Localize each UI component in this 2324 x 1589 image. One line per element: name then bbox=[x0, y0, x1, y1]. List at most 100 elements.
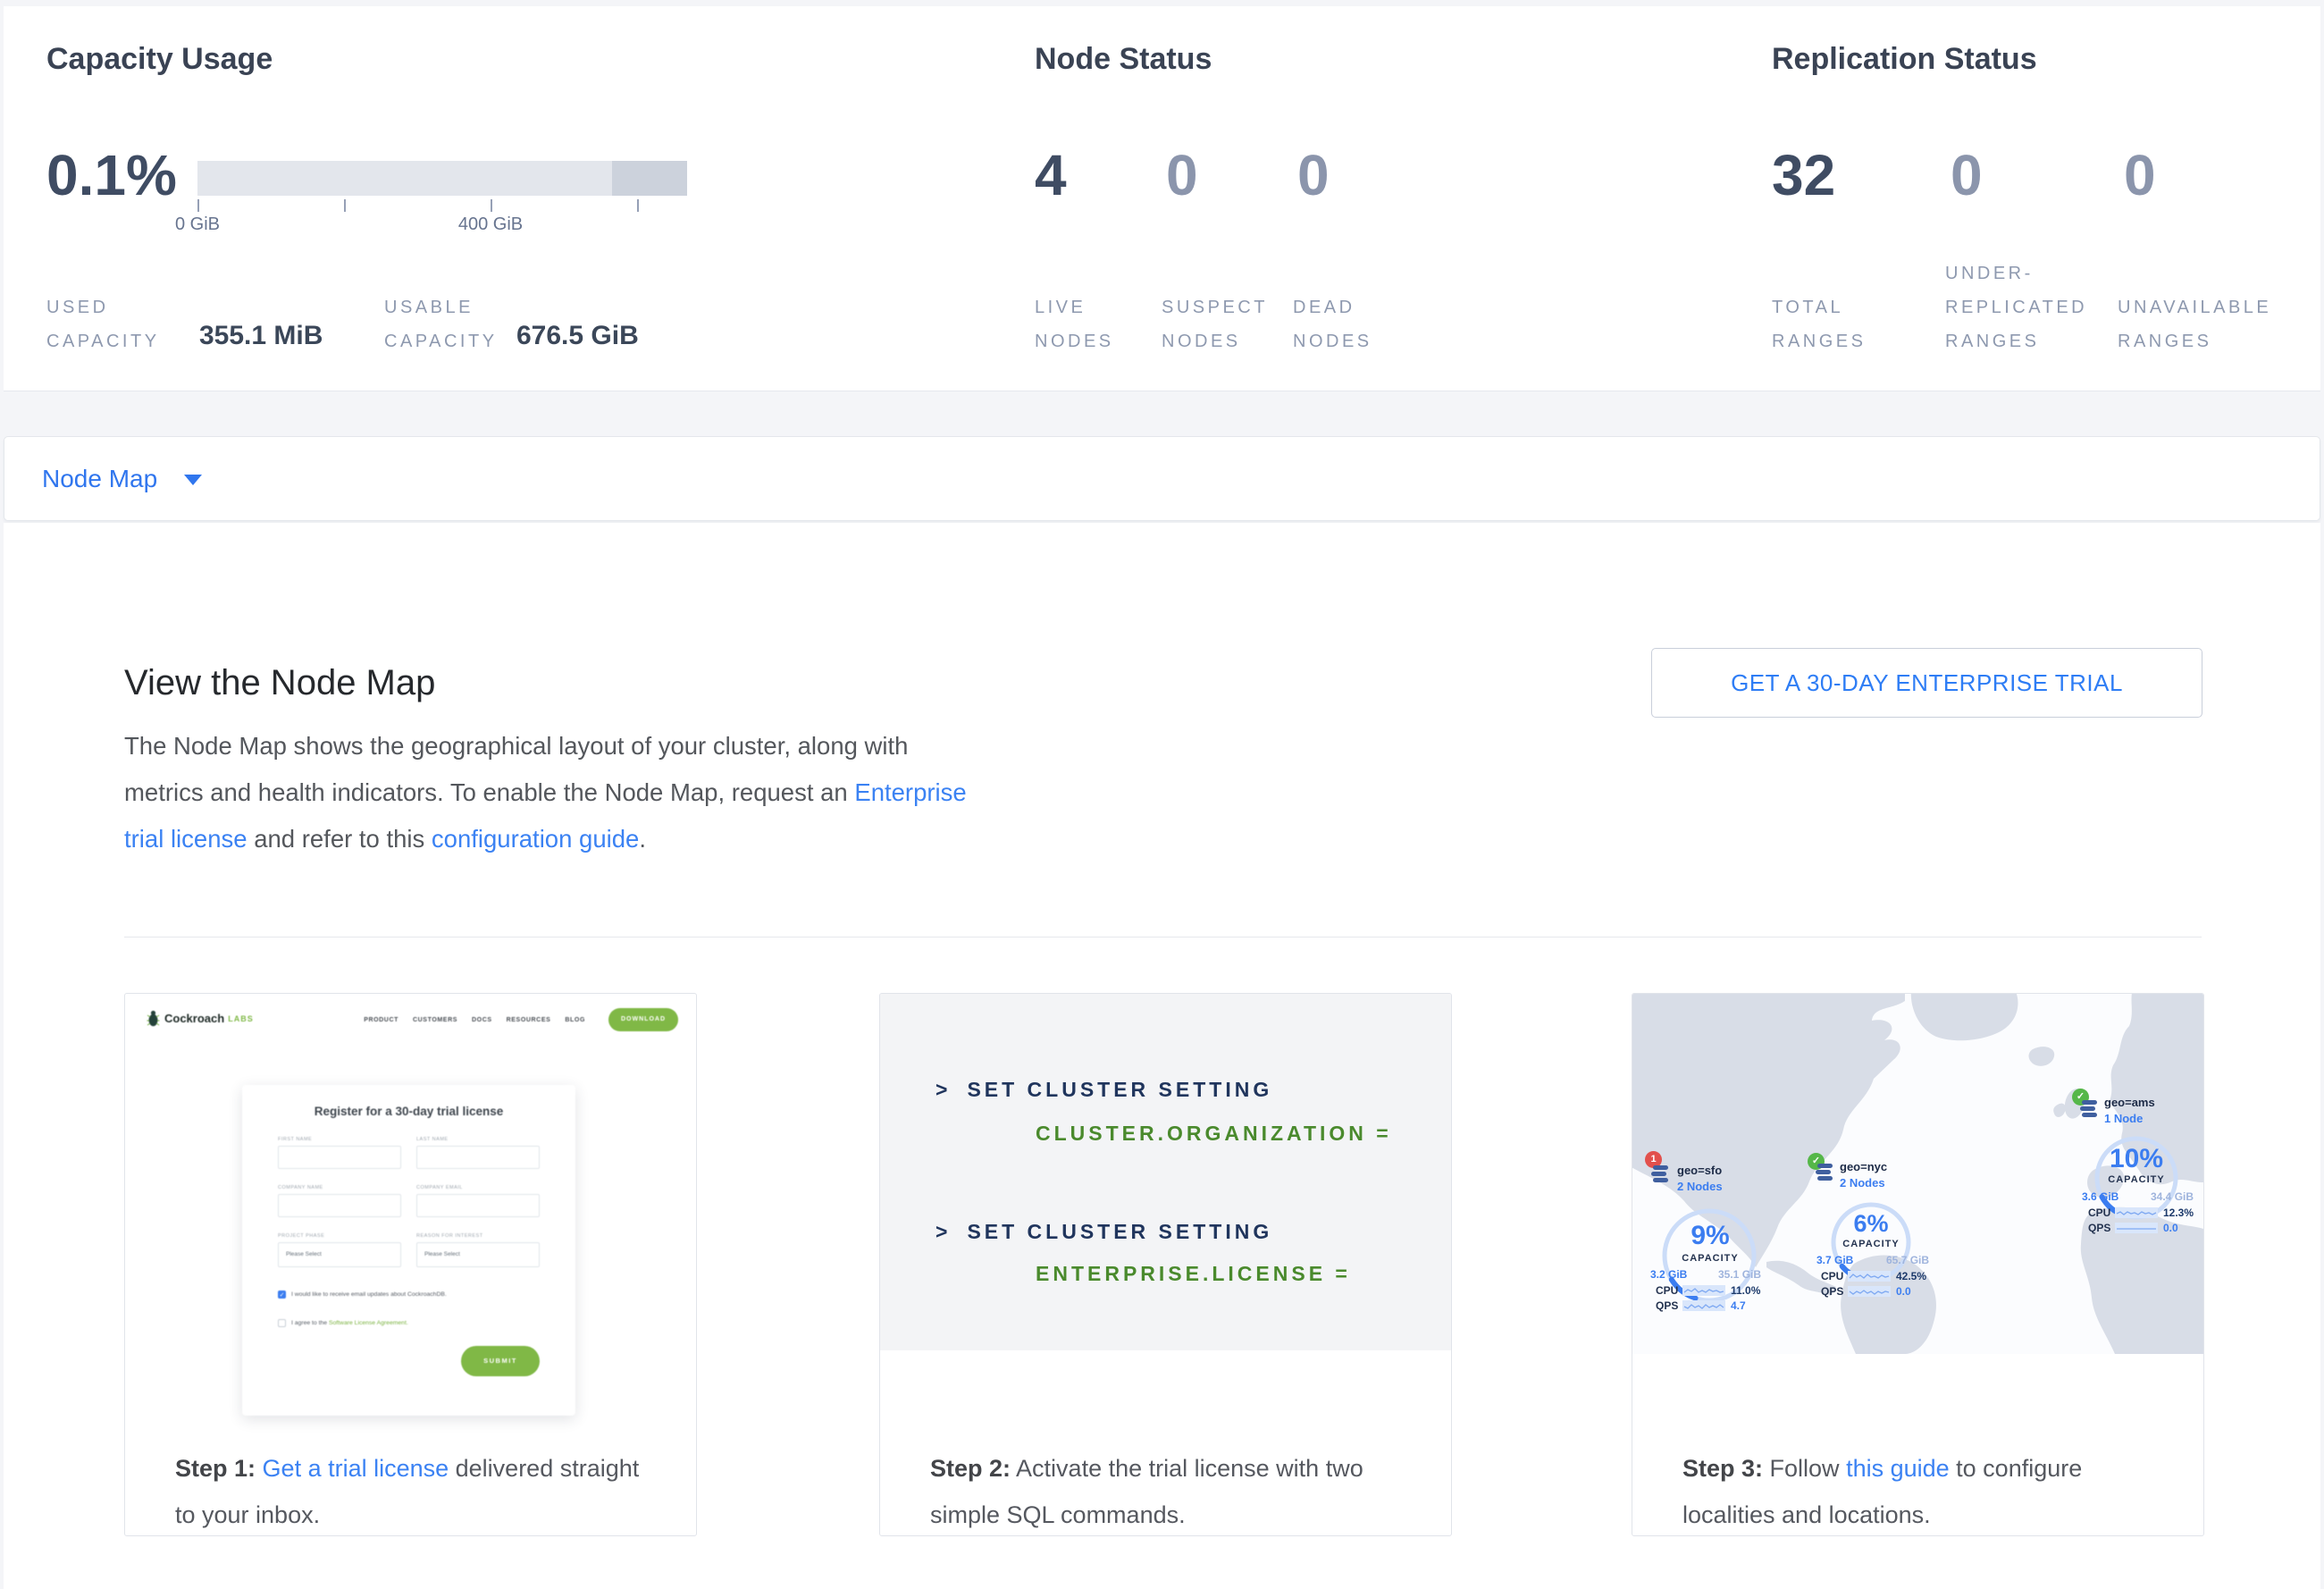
email-updates-label: I would like to receive email updates ab… bbox=[291, 1291, 447, 1298]
cpu-value: 42.5% bbox=[1896, 1270, 1926, 1282]
step3-caption: Step 3: Follow this guide to configurelo… bbox=[1682, 1445, 2183, 1536]
email-updates-checkbox-row: ✓ I would like to receive email updates … bbox=[278, 1291, 447, 1299]
nav-item-customers: CUSTOMERS bbox=[413, 1017, 457, 1023]
locality-node-count: 2 Nodes bbox=[1840, 1176, 1885, 1190]
step1-card: Cockroach LABS PRODUCT CUSTOMERS DOCS RE… bbox=[124, 993, 697, 1536]
nav-item-blog: BLOG bbox=[565, 1017, 585, 1023]
capacity-bar bbox=[197, 161, 687, 196]
used-capacity-value: 355.1 MiB bbox=[199, 321, 323, 351]
qps-label: QPS bbox=[1656, 1299, 1678, 1312]
qps-label: QPS bbox=[1821, 1285, 1843, 1298]
cockroach-labs-logo: Cockroach LABS bbox=[147, 1010, 254, 1027]
suspect-nodes-value: 0 bbox=[1166, 146, 1198, 205]
capacity-axis-tick bbox=[637, 199, 639, 212]
locality-node-count: 2 Nodes bbox=[1677, 1180, 1723, 1193]
company-name-field bbox=[278, 1194, 401, 1217]
step3-card: 1 geo=sfo 2 Nodes 9% CAPACITY 3.2 GiB 35… bbox=[1632, 993, 2204, 1536]
intro-line1: The Node Map shows the geographical layo… bbox=[124, 732, 908, 760]
enterprise-trial-license-link[interactable]: Enterprise bbox=[854, 778, 966, 806]
enterprise-trial-license-link[interactable]: trial license bbox=[124, 825, 248, 853]
capacity-total: 35.1 GiB bbox=[1718, 1268, 1761, 1281]
submit-button: SUBMIT bbox=[461, 1346, 540, 1376]
qps-value: 4.7 bbox=[1731, 1299, 1746, 1312]
locality-name: geo=ams bbox=[2104, 1096, 2155, 1109]
cpu-sparkline bbox=[2115, 1207, 2158, 1218]
code-line-1: >SET CLUSTER SETTING bbox=[935, 1078, 1272, 1102]
locality-name: geo=nyc bbox=[1840, 1160, 1887, 1173]
this-guide-link[interactable]: this guide bbox=[1846, 1455, 1950, 1482]
view-selector-bar: Node Map bbox=[4, 436, 2320, 521]
capacity-label: CAPACITY bbox=[1828, 1239, 1914, 1249]
total-ranges-label: TOTAL RANGES bbox=[1772, 290, 1866, 358]
live-nodes-value: 4 bbox=[1035, 146, 1067, 205]
capacity-total: 34.4 GiB bbox=[2151, 1190, 2194, 1203]
unavailable-ranges-label: UNAVAILABLE RANGES bbox=[2118, 290, 2271, 358]
first-name-field bbox=[278, 1146, 401, 1169]
view-selector-dropdown[interactable]: Node Map bbox=[42, 437, 157, 520]
node-map-placeholder-section: View the Node Map The Node Map shows the… bbox=[4, 523, 2320, 1589]
form-title: Register for a 30-day trial license bbox=[242, 1105, 575, 1118]
cpu-sparkline bbox=[1848, 1271, 1891, 1282]
step2-caption: Step 2: Activate the trial license with … bbox=[930, 1445, 1430, 1536]
qps-sparkline bbox=[1682, 1300, 1725, 1311]
qps-sparkline bbox=[1848, 1286, 1891, 1297]
code-line-4: ENTERPRISE.LICENSE = bbox=[1036, 1262, 1351, 1286]
reason-for-interest-label: REASON FOR INTEREST bbox=[416, 1233, 483, 1239]
project-phase-select: Please Select bbox=[278, 1242, 401, 1267]
cpu-label: CPU bbox=[1821, 1270, 1843, 1282]
cluster-overview-page: Capacity Usage 0.1% 0 GiB 400 GiB USED C… bbox=[0, 0, 2324, 1589]
code-line-3: >SET CLUSTER SETTING bbox=[935, 1220, 1272, 1244]
intro-paragraph: The Node Map shows the geographical layo… bbox=[124, 723, 1062, 862]
nav-item-resources: RESOURCES bbox=[507, 1017, 551, 1023]
intro-line2: metrics and health indicators. To enable… bbox=[124, 778, 854, 806]
brand-suffix: LABS bbox=[228, 1014, 254, 1023]
license-agreement-label: I agree to the Software License Agreemen… bbox=[291, 1320, 408, 1326]
trial-license-site-thumbnail: Cockroach LABS PRODUCT CUSTOMERS DOCS RE… bbox=[125, 994, 696, 1421]
intro-period: . bbox=[639, 825, 646, 853]
capacity-bar-other-segment bbox=[612, 161, 687, 196]
sql-code-snippet: >SET CLUSTER SETTING CLUSTER.ORGANIZATIO… bbox=[880, 994, 1451, 1350]
capacity-axis-label-400: 400 GiB bbox=[437, 214, 544, 235]
last-name-label: LAST NAME bbox=[416, 1137, 449, 1142]
download-button: DOWNLOAD bbox=[608, 1008, 678, 1031]
capacity-used: 3.7 GiB bbox=[1816, 1254, 1853, 1266]
locality-name: geo=sfo bbox=[1677, 1164, 1722, 1177]
database-icon bbox=[1815, 1164, 1836, 1182]
suspect-nodes-label: SUSPECT NODES bbox=[1162, 290, 1268, 358]
site-header: Cockroach LABS PRODUCT CUSTOMERS DOCS RE… bbox=[147, 1008, 678, 1035]
company-email-label: COMPANY EMAIL bbox=[416, 1185, 463, 1190]
company-name-label: COMPANY NAME bbox=[278, 1185, 323, 1190]
cpu-sparkline bbox=[1682, 1285, 1725, 1296]
site-nav: PRODUCT CUSTOMERS DOCS RESOURCES BLOG bbox=[364, 1017, 585, 1023]
usable-capacity-label: USABLE CAPACITY bbox=[384, 290, 498, 358]
intro-line3: and refer to this bbox=[248, 825, 432, 853]
qps-value: 0.0 bbox=[1896, 1285, 1911, 1298]
get-trial-license-link[interactable]: Get a trial license bbox=[263, 1455, 449, 1482]
cpu-value: 11.0% bbox=[1731, 1284, 1760, 1297]
node-status-title: Node Status bbox=[1035, 42, 1212, 77]
capacity-label: CAPACITY bbox=[1660, 1253, 1760, 1264]
configuration-guide-link[interactable]: configuration guide bbox=[432, 825, 639, 853]
database-icon bbox=[2079, 1100, 2101, 1119]
live-nodes-label: LIVE NODES bbox=[1035, 290, 1114, 358]
capacity-usage-title: Capacity Usage bbox=[46, 42, 273, 77]
project-phase-label: PROJECT PHASE bbox=[278, 1233, 324, 1239]
cpu-label: CPU bbox=[1656, 1284, 1678, 1297]
capacity-used: 3.6 GiB bbox=[2082, 1190, 2118, 1203]
get-enterprise-trial-button[interactable]: GET A 30-DAY ENTERPRISE TRIAL bbox=[1651, 648, 2202, 718]
last-name-field bbox=[416, 1146, 540, 1169]
qps-sparkline bbox=[2115, 1223, 2158, 1233]
cpu-value: 12.3% bbox=[2163, 1206, 2194, 1219]
nav-item-product: PRODUCT bbox=[364, 1017, 399, 1023]
cluster-summary-panel: Capacity Usage 0.1% 0 GiB 400 GiB USED C… bbox=[4, 6, 2320, 391]
code-line-2: CLUSTER.ORGANIZATION = bbox=[1036, 1122, 1392, 1146]
checkbox-unchecked-icon bbox=[278, 1319, 286, 1327]
chevron-down-icon[interactable] bbox=[184, 475, 202, 485]
nav-item-docs: DOCS bbox=[472, 1017, 492, 1023]
first-name-label: FIRST NAME bbox=[278, 1137, 312, 1142]
usable-capacity-value: 676.5 GiB bbox=[516, 321, 639, 351]
used-capacity-label: USED CAPACITY bbox=[46, 290, 160, 358]
dead-nodes-value: 0 bbox=[1297, 146, 1330, 205]
node-map-preview: 1 geo=sfo 2 Nodes 9% CAPACITY 3.2 GiB 35… bbox=[1632, 994, 2203, 1354]
software-license-agreement-link: Software License Agreement. bbox=[329, 1320, 408, 1326]
